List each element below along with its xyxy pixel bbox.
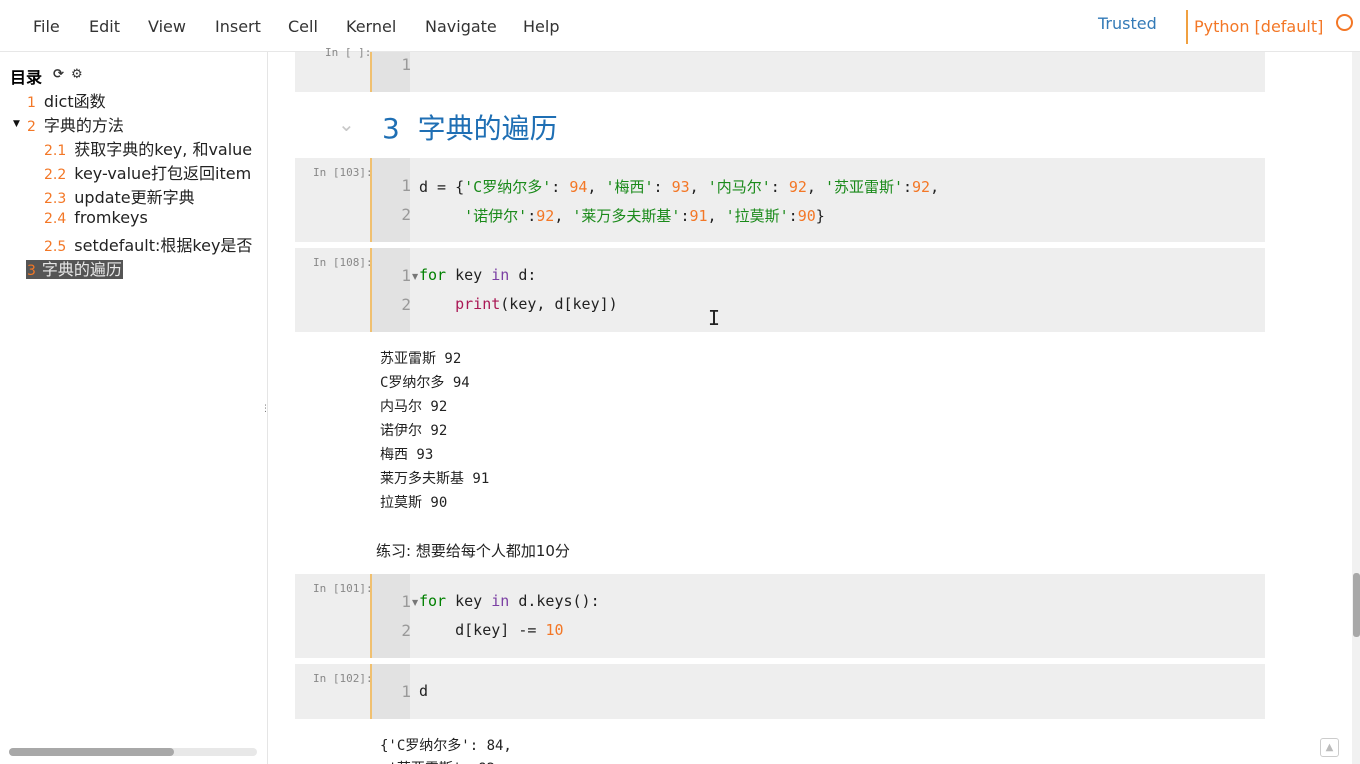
line-number-gutter: 1 2 [370,158,411,242]
code-line: '诺伊尔':92, '莱万多夫斯基':91, '拉莫斯':90} [464,207,825,225]
toc-sidebar: 目录 ⟳ ⚙ 1 dict函数 ▼ 2 字典的方法 2.1 获取字典的key, 和va… [0,52,268,764]
menu-file[interactable]: File [33,17,60,36]
gear-icon[interactable]: ⚙ [71,67,83,82]
toc-item-2-4[interactable]: 2.4 fromkeys [44,208,258,227]
menu-view[interactable]: View [148,17,186,36]
kernel-idle-icon [1336,14,1353,31]
code-cell-103[interactable]: In [103]: 1 2 d = {'C罗纳尔多': 94, '梅西': 93… [295,158,1265,242]
caret-down-icon[interactable]: ▼ [13,119,20,129]
toc-title: 目录 [10,68,43,87]
code-cell-108[interactable]: In [108]: 1 2 ▼ for key in d: print(key,… [295,248,1265,332]
code-line: d = {'C罗纳尔多': 94, '梅西': 93, '内马尔': 92, '… [419,178,940,196]
menu-insert[interactable]: Insert [215,17,261,36]
output-line: 内马尔 92 [380,399,448,415]
toc-item-1[interactable]: 1 dict函数 [27,88,257,112]
fold-icon[interactable]: ▼ [412,272,418,281]
line-number-gutter: 1 2 [370,248,411,332]
output-line: 诺伊尔 92 [380,423,448,439]
toc-item-2-1[interactable]: 2.1 获取字典的key, 和value [44,136,258,160]
menu-navigate[interactable]: Navigate [425,17,497,36]
code-line: for key in d.keys(): [419,592,600,610]
kernel-separator [1186,10,1188,44]
toc-item-2[interactable]: 2 字典的方法 [27,112,257,136]
code-line: d[key] -= 10 [419,621,564,639]
code-line: print(key, d[key]) [455,295,618,313]
code-cell-101[interactable]: In [101]: 1 2 ▼ for key in d.keys(): d[k… [295,574,1265,658]
menu-edit[interactable]: Edit [89,17,120,36]
refresh-icon[interactable]: ⟳ [53,67,64,82]
fold-icon[interactable]: ▼ [412,598,418,607]
notebook-scrollbar-thumb[interactable] [1353,573,1360,637]
cell-prompt: In [103]: [313,166,373,179]
cell-prompt: In [102]: [313,672,373,685]
code-cell-empty[interactable]: In [ ]: 1 [295,46,1265,92]
cell-prompt: In [108]: [313,256,373,269]
menu-help[interactable]: Help [523,17,559,36]
toc-item-2-2[interactable]: 2.2 key-value打包返回item [44,160,258,184]
trusted-indicator[interactable]: Trusted [1098,14,1157,33]
toc-item-2-3[interactable]: 2.3 update更新字典 [44,184,258,208]
output-line: '苏亚雷斯': 82, [380,758,503,764]
code-line: d [419,682,429,700]
output-line: 苏亚雷斯 92 [380,351,462,367]
output-line: 梅西 93 [380,447,434,463]
scroll-to-top-icon[interactable]: ▲ [1320,738,1339,757]
sidebar-resize-handle[interactable]: ⋮ [261,404,270,414]
text-cursor-icon: I [708,306,721,330]
notebook-vertical-scrollbar[interactable] [1352,52,1360,764]
output-line: 莱万多夫斯基 91 [380,471,490,487]
cell-prompt: In [101]: [313,582,373,595]
toc-horizontal-scrollbar[interactable] [9,748,257,756]
line-number-gutter: 1 [370,52,411,92]
output-line: 拉莫斯 90 [380,495,448,511]
section-heading: 3 字典的遍历 [382,112,558,145]
menu-bar: File Edit View Insert Cell Kernel Naviga… [0,0,1360,52]
toc-item-2-5[interactable]: 2.5 setdefault:根据key是否 [44,232,258,256]
kernel-name[interactable]: Python [default] [1194,17,1323,36]
menu-cell[interactable]: Cell [288,17,318,36]
output-line: C罗纳尔多 94 [380,375,470,391]
cell-prompt: In [ ]: [325,46,372,59]
markdown-exercise[interactable]: 练习: 想要给每个人都加10分 [376,540,570,561]
line-number-gutter: 1 [370,664,411,719]
toc-item-3-highlight: 3 字典的遍历 [26,260,123,279]
code-line: for key in d: [419,266,537,284]
collapse-heading-icon[interactable]: ⌄ [338,112,355,136]
code-cell-102[interactable]: In [102]: 1 d [295,664,1265,719]
line-number-gutter: 1 2 [370,574,411,658]
output-line: {'C罗纳尔多': 84, [380,738,512,754]
menu-kernel[interactable]: Kernel [346,17,396,36]
toc-scrollbar-thumb[interactable] [9,748,174,756]
toc-item-3[interactable]: 3 字典的遍历 [26,256,123,280]
